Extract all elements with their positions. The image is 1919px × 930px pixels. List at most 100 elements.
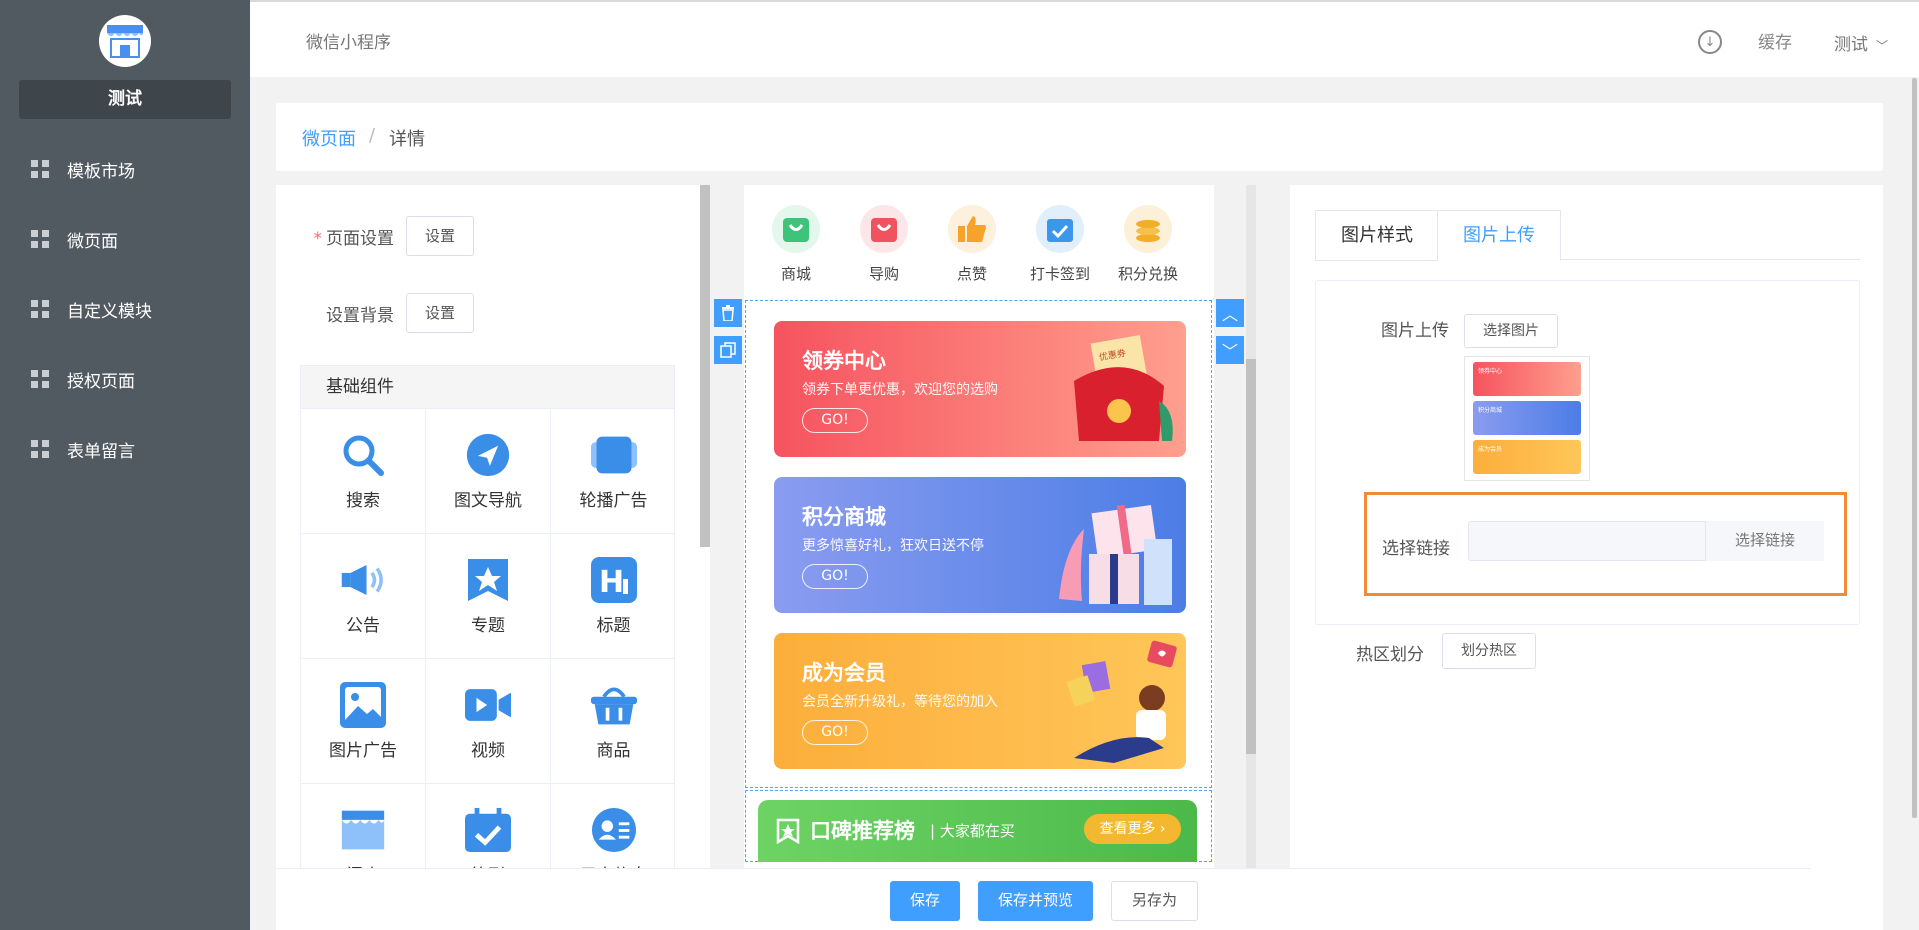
sidebar-item-label: 微页面 <box>67 231 118 252</box>
download-icon[interactable]: ↓ <box>1698 30 1722 54</box>
banner-go-button[interactable]: GO! <box>802 720 868 745</box>
save-as-button[interactable]: 另存为 <box>1111 881 1199 921</box>
banner-title: 积分商城 <box>802 505 886 529</box>
hotzone-button[interactable]: 划分热区 <box>1442 633 1536 669</box>
video-icon <box>465 682 511 728</box>
component-carousel[interactable]: 轮播广告 <box>551 409 674 534</box>
component-label: 轮播广告 <box>579 490 648 511</box>
component-goods[interactable]: 商品 <box>551 659 674 784</box>
component-notice[interactable]: 公告 <box>301 534 426 659</box>
tab-image-style[interactable]: 图片样式 <box>1315 210 1438 261</box>
user-name: 测试 <box>1834 35 1868 55</box>
gift-box-icon <box>1059 504 1172 605</box>
select-link-button[interactable]: 选择链接 <box>1705 521 1824 561</box>
rank-banner[interactable]: 口碑推荐榜 | 大家都在买 查看更多 › <box>758 800 1197 862</box>
save-button[interactable]: 保存 <box>890 881 961 921</box>
save-preview-button[interactable]: 保存并预览 <box>978 881 1094 921</box>
shop-logo[interactable] <box>99 15 151 67</box>
thumb-banner: 成为会员 <box>1473 440 1581 474</box>
red-envelope-icon: 优惠券 <box>1074 334 1173 441</box>
background-setting-label: 设置背景 <box>326 305 394 326</box>
tab-image-upload[interactable]: 图片上传 <box>1437 210 1561 261</box>
page-setting-button[interactable]: 设置 <box>406 216 475 256</box>
preview-scrollbar[interactable] <box>1246 359 1256 754</box>
basic-components: 基础组件 搜索 图文导航 轮播广告 公告 专题 H 标题 图片广告 视频 商品 <box>300 365 675 885</box>
sidebar-item-custom-module[interactable]: 自定义模块 <box>0 284 250 334</box>
move-up-icon[interactable]: ︿ <box>1216 299 1244 327</box>
nav-item-guide[interactable]: 导购 <box>849 205 919 284</box>
banner-points-mall[interactable]: 积分商城 更多惊喜好礼，狂欢日送不停 GO! <box>774 477 1186 613</box>
sidebar: 测试 模板市场 微页面 自定义模块 授权页面 表单留言 <box>0 0 250 930</box>
banner-go-button[interactable]: GO! <box>802 564 868 589</box>
sidebar-item-label: 表单留言 <box>67 441 135 462</box>
rank-title: 口碑推荐榜 <box>810 819 915 843</box>
sidebar-item-label: 模板市场 <box>67 161 135 182</box>
component-label: 商品 <box>596 740 631 761</box>
sidebar-item-template-market[interactable]: 模板市场 <box>0 144 250 194</box>
component-video[interactable]: 视频 <box>426 659 551 784</box>
component-label: 搜索 <box>346 490 380 511</box>
footer-bar: 保存 保存并预览 另存为 <box>276 868 1811 930</box>
banner-coupon-center[interactable]: 领券中心 领券下单更优惠，欢迎您的选购 GO! 优惠券 <box>774 321 1186 457</box>
component-heading[interactable]: H 标题 <box>551 534 674 659</box>
sidebar-item-micro-page[interactable]: 微页面 <box>0 214 250 264</box>
top-bar: 微信小程序 ↓ 缓存 测试 ﹀ <box>250 0 1919 77</box>
background-setting-button[interactable]: 设置 <box>406 293 475 333</box>
banner-go-button[interactable]: GO! <box>802 408 868 433</box>
search-icon <box>340 432 386 478</box>
left-panel-scrollbar[interactable] <box>700 185 710 547</box>
banner-become-member[interactable]: 成为会员 会员全新升级礼，等待您的加入 GO! <box>774 633 1186 769</box>
heading-icon: H <box>590 556 637 603</box>
link-label: 选择链接 <box>1382 539 1450 559</box>
delete-icon[interactable] <box>714 299 742 327</box>
component-search[interactable]: 搜索 <box>301 409 426 534</box>
nav-item-points[interactable]: 积分兑换 <box>1113 205 1183 284</box>
bookmark-star-icon <box>776 818 800 844</box>
selected-image-block[interactable]: 领券中心 领券下单更优惠，欢迎您的选购 GO! 优惠券 积分商城 更多惊喜好礼，… <box>745 300 1212 788</box>
component-label: 专题 <box>471 615 505 636</box>
page-setting-row: * 页面设置 设置 <box>276 216 696 256</box>
image-icon <box>340 681 386 728</box>
sidebar-item-auth-page[interactable]: 授权页面 <box>0 354 250 404</box>
nav-item-label: 积分兑换 <box>1117 265 1178 283</box>
sidebar-item-form-message[interactable]: 表单留言 <box>0 424 250 474</box>
breadcrumb-link[interactable]: 微页面 <box>302 125 356 151</box>
nav-item-mall[interactable]: 商城 <box>761 205 831 284</box>
sidebar-item-label: 授权页面 <box>67 371 135 392</box>
background-setting-row: 设置背景 设置 <box>276 293 696 333</box>
upload-label: 图片上传 <box>1381 321 1449 341</box>
component-label: 公告 <box>346 615 380 636</box>
property-tabs: 图片样式 图片上传 <box>1315 210 1860 261</box>
nav-item-like[interactable]: 点赞 <box>937 205 1007 284</box>
component-topic[interactable]: 专题 <box>426 534 551 659</box>
app-tab[interactable]: 微信小程序 <box>306 28 391 53</box>
breadcrumb-separator: / <box>369 125 376 146</box>
chevron-down-icon: ﹀ <box>1876 39 1889 53</box>
breadcrumb-current: 详情 <box>389 129 425 150</box>
shopping-bag-icon <box>860 205 908 253</box>
user-card-icon <box>591 807 637 853</box>
grid-icon <box>31 160 49 178</box>
select-image-button[interactable]: 选择图片 <box>1464 314 1558 348</box>
cache-link[interactable]: 缓存 <box>1758 28 1792 53</box>
banner-subtitle: 领券下单更优惠，欢迎您的选购 <box>802 382 998 398</box>
nav-item-checkin[interactable]: 打卡签到 <box>1025 205 1095 284</box>
component-nav[interactable]: 图文导航 <box>426 409 551 534</box>
move-down-icon[interactable]: ﹀ <box>1216 336 1244 364</box>
banner-title: 成为会员 <box>802 661 886 685</box>
page-setting-label: * 页面设置 <box>313 228 395 249</box>
page-scrollbar[interactable] <box>1912 78 1917 818</box>
nav-item-label: 商城 <box>780 265 811 283</box>
user-menu[interactable]: 测试 ﹀ <box>1834 30 1888 55</box>
shop-name: 测试 <box>19 80 231 119</box>
copy-icon[interactable] <box>714 336 742 364</box>
phone-preview: 商城 导购 点赞 打卡签到 积分兑换 领券中心 领券下单更优惠，欢迎您的选购 G… <box>744 185 1214 930</box>
nav-item-label: 点赞 <box>956 265 987 283</box>
component-image-ad[interactable]: 图片广告 <box>301 659 426 784</box>
grid-icon <box>31 440 49 458</box>
component-label: 视频 <box>471 740 505 761</box>
thumbs-up-icon <box>948 205 996 253</box>
store-icon <box>340 807 386 853</box>
uploaded-image-thumbnail[interactable]: 领券中心 积分商城 成为会员 <box>1464 356 1590 481</box>
view-more-button[interactable]: 查看更多 › <box>1084 814 1181 844</box>
